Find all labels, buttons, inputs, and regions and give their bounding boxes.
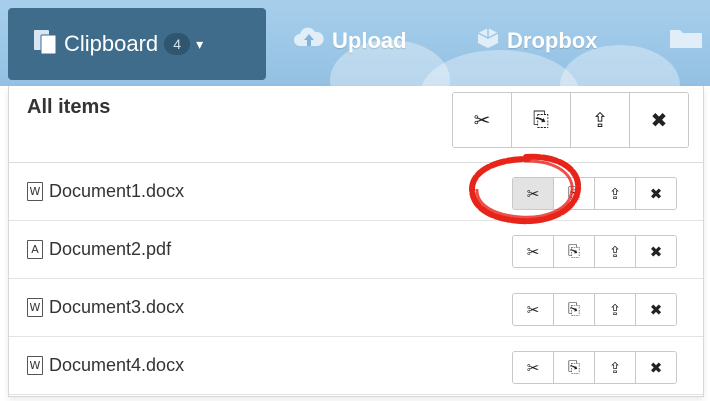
clipboard-dropdown-panel: All items ✂ ⎘ ⇪ ✖ W Document1.docx ✂ ⎘ ⇪…	[8, 86, 704, 397]
item-actions: ✂ ⎘ ⇪ ✖	[512, 293, 677, 326]
panel-header: All items ✂ ⎘ ⇪ ✖	[9, 86, 703, 163]
scissors-icon: ✂	[526, 243, 540, 261]
folder-icon	[668, 26, 704, 56]
cut-button[interactable]: ✂	[513, 178, 553, 209]
file-name: Document4.docx	[49, 355, 185, 375]
open-button[interactable]: ⇪	[594, 178, 635, 209]
dropbox-icon	[475, 26, 501, 56]
open-all-button[interactable]: ⇪	[570, 93, 629, 147]
list-item: A Document2.pdf ✂ ⎘ ⇪ ✖	[9, 221, 703, 279]
item-actions: ✂ ⎘ ⇪ ✖	[512, 177, 677, 210]
remove-button[interactable]: ✖	[635, 178, 676, 209]
cut-all-button[interactable]: ✂	[453, 93, 511, 147]
list-item: W Document3.docx ✂ ⎘ ⇪ ✖	[9, 279, 703, 337]
cloud-upload-icon	[292, 26, 326, 56]
dropbox-tab-label: Dropbox	[507, 28, 598, 53]
open-button[interactable]: ⇪	[594, 294, 635, 325]
share-icon: ⇪	[608, 243, 622, 261]
list-item: W Document1.docx ✂ ⎘ ⇪ ✖	[9, 163, 703, 221]
copy-all-button[interactable]: ⎘	[511, 93, 570, 147]
close-icon: ✖	[649, 359, 663, 377]
remove-button[interactable]: ✖	[635, 236, 676, 267]
copy-button[interactable]: ⎘	[553, 236, 594, 267]
clipboard-count-badge: 4	[164, 33, 191, 55]
top-toolbar: Clipboard 4 ▾ Upload Dropbox	[0, 0, 710, 86]
file-name: Document2.pdf	[49, 239, 172, 259]
copy-icon: ⎘	[567, 359, 580, 376]
word-file-icon: W	[27, 182, 43, 201]
share-icon: ⇪	[608, 301, 622, 319]
copy-button[interactable]: ⎘	[553, 352, 594, 383]
close-icon: ✖	[650, 109, 668, 132]
cut-button[interactable]: ✂	[513, 352, 553, 383]
share-icon: ⇪	[608, 359, 622, 377]
item-actions: ✂ ⎘ ⇪ ✖	[512, 235, 677, 268]
copy-icon: ⎘	[567, 243, 580, 260]
list-item: W Document4.docx ✂ ⎘ ⇪ ✖	[9, 337, 703, 395]
panel-title: All items	[27, 96, 111, 118]
word-file-icon: W	[27, 298, 43, 317]
upload-tab-label: Upload	[332, 28, 407, 53]
close-icon: ✖	[649, 301, 663, 319]
cut-button[interactable]: ✂	[513, 294, 553, 325]
clipboard-tab-label: Clipboard	[64, 31, 159, 56]
open-button[interactable]: ⇪	[594, 236, 635, 267]
cut-button[interactable]: ✂	[513, 236, 553, 267]
file-name: Document1.docx	[49, 181, 185, 201]
word-file-icon: W	[27, 356, 43, 375]
scissors-icon: ✂	[526, 301, 540, 319]
dropbox-tab[interactable]: Dropbox	[475, 26, 597, 56]
share-icon: ⇪	[591, 109, 609, 132]
close-icon: ✖	[649, 243, 663, 261]
remove-button[interactable]: ✖	[635, 294, 676, 325]
scissors-icon: ✂	[473, 109, 491, 132]
copy-icon: ⎘	[567, 185, 580, 202]
upload-tab[interactable]: Upload	[292, 26, 407, 56]
scissors-icon: ✂	[526, 185, 540, 203]
copy-button[interactable]: ⎘	[553, 178, 594, 209]
clipboard-tab[interactable]: Clipboard 4 ▾	[8, 8, 266, 80]
share-icon: ⇪	[608, 185, 622, 203]
clipboard-icon	[32, 27, 58, 61]
file-name: Document3.docx	[49, 297, 185, 317]
open-button[interactable]: ⇪	[594, 352, 635, 383]
close-icon: ✖	[649, 185, 663, 203]
scissors-icon: ✂	[526, 359, 540, 377]
folder-tab[interactable]	[668, 26, 710, 56]
pdf-file-icon: A	[27, 240, 43, 259]
remove-button[interactable]: ✖	[635, 352, 676, 383]
all-items-actions: ✂ ⎘ ⇪ ✖	[452, 92, 689, 148]
item-actions: ✂ ⎘ ⇪ ✖	[512, 351, 677, 384]
remove-all-button[interactable]: ✖	[629, 93, 688, 147]
copy-icon: ⎘	[567, 301, 580, 318]
chevron-down-icon: ▾	[196, 35, 204, 52]
copy-button[interactable]: ⎘	[553, 294, 594, 325]
copy-icon: ⎘	[533, 108, 549, 131]
